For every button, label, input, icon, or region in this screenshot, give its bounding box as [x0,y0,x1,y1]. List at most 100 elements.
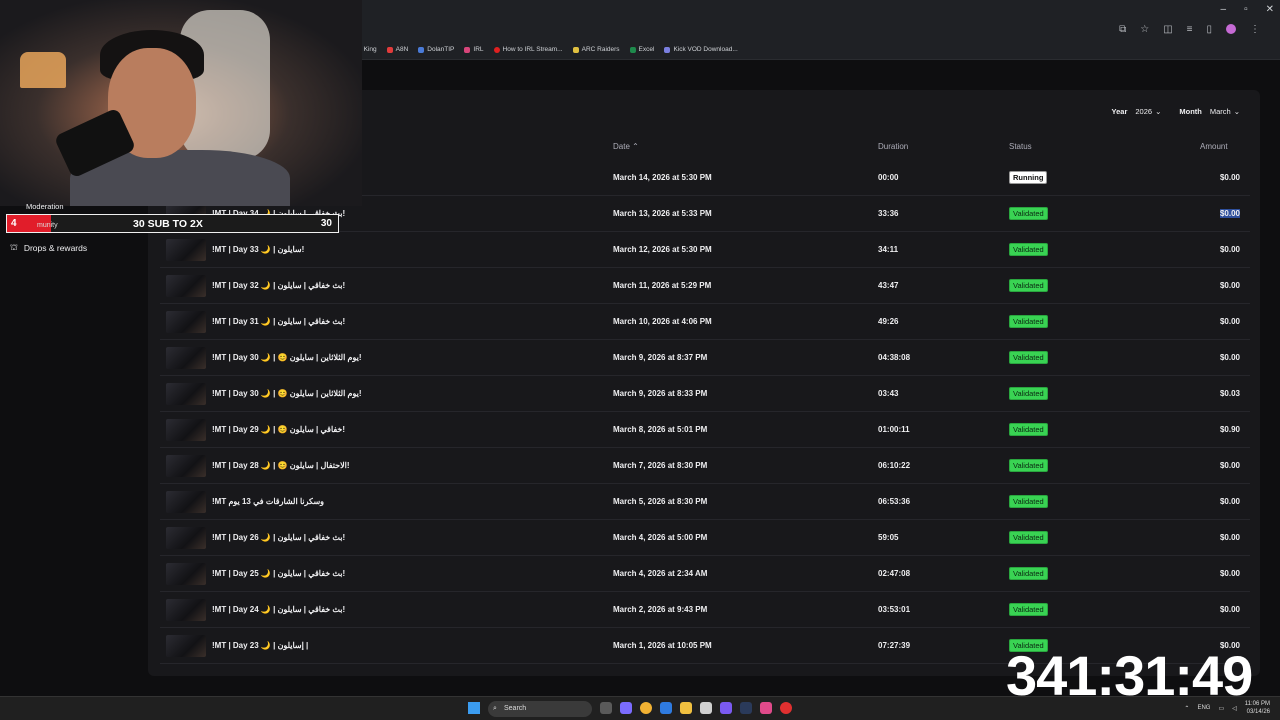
table-row[interactable]: !MT | Day 25 🌙 | بث خفاقي | سايلون! March… [160,556,1250,592]
toolbar-icons: ⧉ ☆ ◫ ≡ ▯ ⋮ [1119,24,1260,35]
date-filters: Year 2026 ⌄ Month March ⌄ [1112,107,1240,116]
bookmark[interactable]: ARC Raiders [572,46,620,53]
stream-date: March 12, 2026 at 5:30 PM [613,245,712,254]
status-badge: Validated [1009,423,1048,436]
webcam-overlay [0,0,362,206]
stream-title: !MT | Day 31 🌙 | بث خفاقي | سايلون! [212,317,346,326]
bookmark[interactable]: Excel [629,46,654,53]
table-row[interactable]: !MT | Day 28 🌙 | 😊 الاحتفال | سايلون! Mar… [160,448,1250,484]
table-row[interactable]: !MT | Day 26 🌙 | بث خفاقي | سايلون! March… [160,520,1250,556]
column-header-date[interactable]: Date ⌃ [613,142,639,151]
bookmark-label: t King [360,46,377,53]
sidebar-item-drops[interactable]: ⛫ Drops & rewards [10,242,87,254]
bookmark[interactable]: A8N [386,46,408,53]
bookmark[interactable]: DolanTIP [418,46,454,53]
system-tray: ⌃ ENG ▭ ◁ 11:06 PM 03/14/26 [1184,700,1270,716]
stream-date: March 8, 2026 at 5:01 PM [613,425,708,434]
stream-amount: $0.00 [1219,209,1240,218]
table-row[interactable]: !MT | Day 33 🌙 | سايلون! March 12, 2026 a… [160,232,1250,268]
stream-title: !MT | Day 30 🌙 | 😊 يوم الثلاثاين | سايلو… [212,389,362,398]
stream-thumbnail [166,455,206,477]
task-view-icon[interactable] [600,702,612,714]
steam-icon[interactable] [740,702,752,714]
restore-icon[interactable]: ▫ [1244,4,1248,15]
bookmark-label: IRL [473,46,484,53]
profile-avatar[interactable] [1226,24,1236,34]
start-icon[interactable] [468,702,480,714]
folder-icon[interactable] [680,702,692,714]
sidebar-item-label: Drops & rewards [23,243,88,253]
stream-duration: 49:26 [878,317,899,326]
stream-duration: 01:00:11 [878,425,910,434]
network-icon[interactable]: ▭ [1218,705,1224,712]
column-header-duration: Duration [878,142,909,151]
table-row[interactable]: !MT | Day 30 🌙 | 😊 يوم الثلاثاين | سايلو… [160,376,1250,412]
stream-date: March 4, 2026 at 2:34 AM [613,569,708,578]
stream-duration: 59:05 [878,533,899,542]
chrome-icon[interactable] [640,702,652,714]
app-icon[interactable] [700,702,712,714]
stream-title: !MT | Day 25 🌙 | بث خفاقي | سايلون! [212,569,346,578]
volume-icon[interactable]: ◁ [1232,705,1237,712]
bookmark-favicon [629,46,636,53]
bookmark-label: Kick VOD Download... [673,46,738,53]
chrome-alt-icon[interactable] [780,702,792,714]
chevron-up-icon[interactable]: ⌃ [1184,705,1189,712]
table-row[interactable]: !MT | Day 32 🌙 | بث خفاقي | سايلون! March… [160,268,1250,304]
sub-goal-label: 30 SUB TO 2X [133,218,203,230]
stream-amount: $0.00 [1219,533,1240,542]
translate-icon[interactable]: ⧉ [1119,24,1126,35]
status-badge: Validated [1009,279,1048,292]
search-icon: ⌕ [493,705,497,712]
taskbar-lang[interactable]: ENG [1197,705,1210,711]
month-select[interactable]: March ⌄ [1210,107,1240,116]
table-row[interactable]: !MT | Day 24 🌙 | بث خفاقي | سايلون! March… [160,592,1250,628]
extensions-icon[interactable]: ◫ [1163,24,1172,35]
stream-title: !MT | Day 23 🌙 | إسايلون | [212,641,309,650]
bookmark[interactable]: IRL [464,46,484,53]
stream-thumbnail [166,563,206,585]
stream-thumbnail [166,239,206,261]
close-icon[interactable]: ✕ [1266,4,1274,15]
bookmark[interactable]: Kick VOD Download... [664,46,738,53]
table-row[interactable]: !MT وسكرنا الشارقات في 13 يوم March 5, 20… [160,484,1250,520]
discord-icon[interactable] [720,702,732,714]
bookmark[interactable]: t King [360,46,377,53]
table-row[interactable]: !MT | Day 31 🌙 | بث خفاقي | سايلون! March… [160,304,1250,340]
stream-date: March 9, 2026 at 8:33 PM [613,389,708,398]
stream-thumbnail [166,311,206,333]
sub-goal-current: 4 [11,218,17,229]
stream-duration: 00:00 [878,173,899,182]
copilot-icon[interactable] [620,702,632,714]
status-badge: Validated [1009,243,1048,256]
minimize-icon[interactable]: – [1221,4,1227,15]
status-badge: Validated [1009,315,1048,328]
year-select[interactable]: 2026 ⌄ [1135,107,1161,116]
menu-icon[interactable]: ⋮ [1250,24,1260,35]
bookmark-favicon [572,46,579,53]
status-badge: Validated [1009,207,1048,220]
bookmark[interactable]: How to IRL Stream... [493,46,563,53]
stream-duration: 33:36 [878,209,899,218]
stream-amount: $0.90 [1219,425,1240,434]
stream-amount: $0.00 [1219,281,1240,290]
mail-icon[interactable] [660,702,672,714]
community-label: munity [37,222,58,229]
clock[interactable]: 11:06 PM 03/14/26 [1245,700,1270,716]
tab-search-icon[interactable]: ≡ [1187,24,1193,35]
stream-thumbnail [166,383,206,405]
stream-date: March 9, 2026 at 8:37 PM [613,353,708,362]
star-icon[interactable]: ☆ [1140,24,1149,35]
stream-duration: 43:47 [878,281,899,290]
bookmark-favicon [418,46,425,53]
taskbar-search[interactable]: ⌕ Search [488,701,592,717]
stream-date: March 14, 2026 at 5:30 PM [613,173,712,182]
photos-icon[interactable] [760,702,772,714]
clock-time: 11:06 PM [1244,701,1270,707]
sidebar-icon[interactable]: ▯ [1206,24,1212,35]
clock-date: 03/14/26 [1246,709,1270,715]
table-row[interactable]: !MT | Day 29 🌙 | 😊 خفاقي | سايلون! March … [160,412,1250,448]
stream-title: !MT | Day 29 🌙 | 😊 خفاقي | سايلون! [212,425,346,434]
stream-title: !MT | Day 24 🌙 | بث خفاقي | سايلون! [212,605,346,614]
table-row[interactable]: !MT | Day 30 🌙 | 😊 يوم الثلاثاين | سايلو… [160,340,1250,376]
